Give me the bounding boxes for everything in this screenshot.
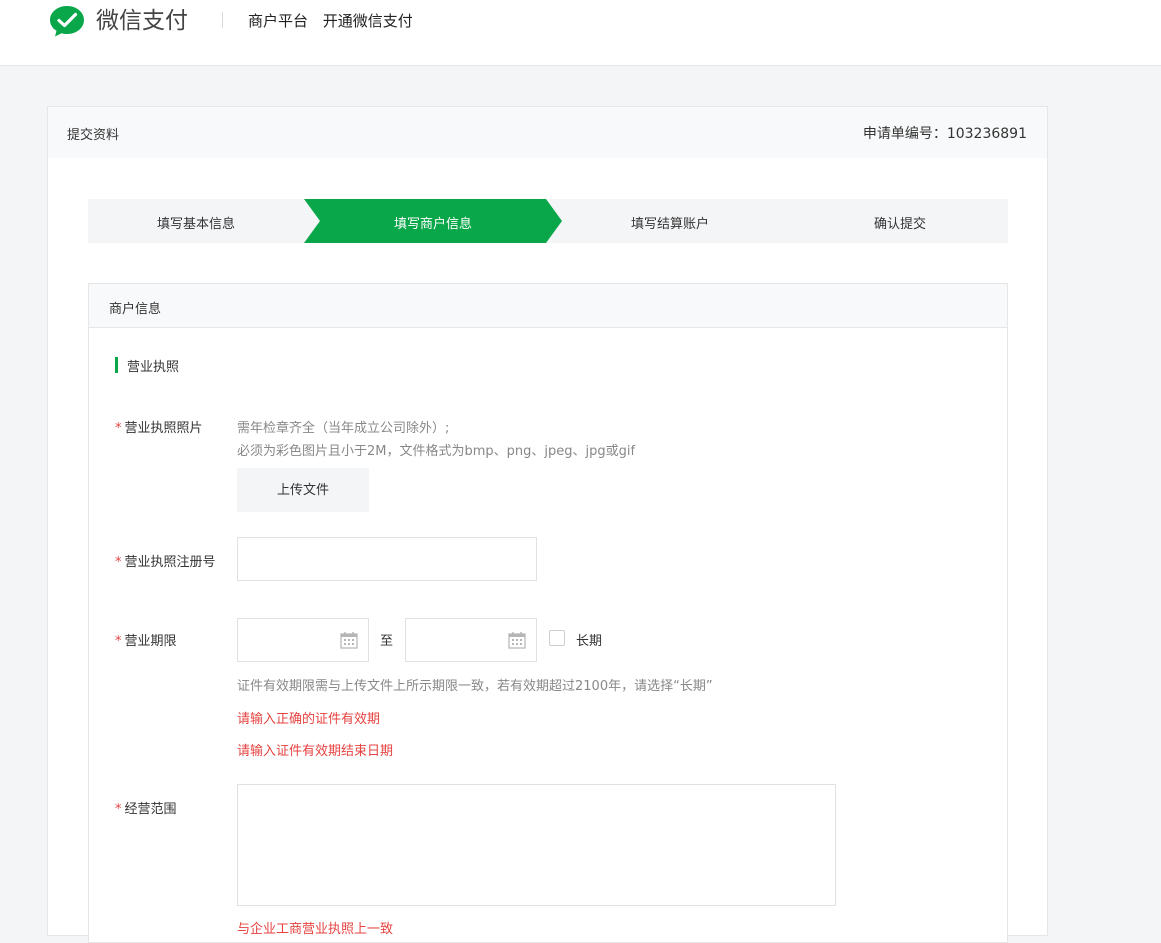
required-mark: * [115, 802, 122, 817]
business-term-hint: 证件有效期限需与上传文件上所示期限一致，若有效期超过2100年，请选择“长期” [237, 679, 713, 694]
top-bar: 微信支付 商户平台 开通微信支付 [0, 0, 1161, 66]
calendar-icon[interactable] [340, 631, 358, 649]
header-divider [222, 12, 223, 28]
top-nav: 商户平台 开通微信支付 [248, 10, 423, 31]
business-scope-label-text: 经营范围 [124, 802, 177, 817]
business-term-label: * 营业期限 [115, 630, 177, 649]
business-term-label-text: 营业期限 [124, 634, 177, 649]
step-basic-info: 填写基本信息 [156, 217, 236, 232]
merchant-info-section: 商户信息 营业执照 * 营业执照照片 需年检章齐全（当年成立公司除外）; 必须为彩… [88, 283, 1008, 943]
long-term-checkbox[interactable] [549, 630, 565, 646]
license-number-label-text: 营业执照注册号 [124, 555, 216, 570]
term-start-date-input[interactable] [237, 618, 369, 662]
business-scope-label: * 经营范围 [115, 798, 177, 817]
license-photo-hint-2: 必须为彩色图片且小于2M，文件格式为bmp、png、jpeg、jpg或gif [237, 444, 636, 459]
license-photo-label-text: 营业执照照片 [124, 421, 203, 436]
license-number-input[interactable] [237, 537, 537, 581]
section-title: 商户信息 [109, 302, 162, 317]
submission-card: 提交资料 申请单编号：103236891 填写基本信息 填写商户信息 填写结算账… [47, 106, 1048, 943]
section-header: 商户信息 [89, 284, 1007, 328]
term-end-date-input[interactable] [405, 618, 537, 662]
card-header: 提交资料 申请单编号：103236891 [48, 107, 1047, 158]
brand-name: 微信支付 [96, 8, 188, 34]
business-scope-textarea[interactable] [237, 784, 836, 906]
progress-steps: 填写基本信息 填写商户信息 填写结算账户 确认提交 [88, 199, 1008, 243]
upload-file-button[interactable]: 上传文件 [237, 468, 369, 512]
license-number-label: * 营业执照注册号 [115, 551, 216, 570]
license-photo-label: * 营业执照照片 [115, 417, 203, 436]
step-merchant-info: 填写商户信息 [393, 217, 473, 232]
required-mark: * [115, 634, 122, 649]
step-settlement-account: 填写结算账户 [630, 217, 710, 232]
required-mark: * [115, 555, 122, 570]
long-term-label[interactable]: 长期 [576, 630, 602, 649]
nav-merchant-platform[interactable]: 商户平台 [248, 12, 308, 30]
card-title: 提交资料 [67, 128, 120, 143]
license-photo-hint-1: 需年检章齐全（当年成立公司除外）; [237, 421, 450, 436]
calendar-icon[interactable] [508, 631, 526, 649]
date-range-separator: 至 [380, 634, 394, 649]
nav-open-wechat-pay[interactable]: 开通微信支付 [323, 12, 413, 30]
term-error-invalid: 请输入正确的证件有效期 [237, 712, 381, 727]
wechat-pay-logo-icon [50, 6, 84, 37]
step-confirm-submit: 确认提交 [873, 217, 927, 232]
application-number: 申请单编号：103236891 [862, 126, 1027, 142]
term-error-end-date: 请输入证件有效期结束日期 [237, 744, 394, 759]
business-scope-hint: 与企业工商营业执照上一致 [237, 922, 394, 937]
required-mark: * [115, 421, 122, 436]
business-license-subtitle: 营业执照 [115, 356, 179, 375]
